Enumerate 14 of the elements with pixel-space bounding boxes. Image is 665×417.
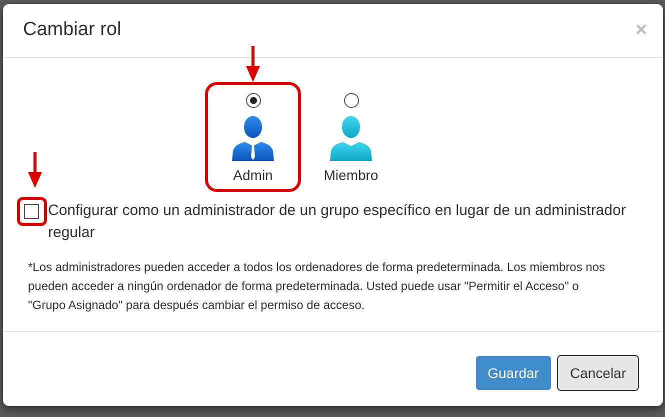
- radio-button[interactable]: [246, 93, 260, 108]
- checkbox-label: Configurar como un administrador de un grupo específico en lugar de un administrador regular: [48, 201, 627, 243]
- close-button[interactable]: ×: [635, 20, 647, 40]
- radio-button[interactable]: [344, 93, 358, 108]
- dialog-title: Cambiar rol: [23, 19, 122, 41]
- person-icon: [229, 113, 277, 161]
- note-text: *Los administradores pueden acceder a todos los ordenadores de forma predeterminada. Los miembros nos pueden acceder a ningún ordenador de forma predeterminada. Usted puede usar "Permitir el Acceso" o "Grupo Asignado" para después cambiar el permiso de acceso.: [28, 259, 606, 314]
- save-button[interactable]: Guardar: [474, 355, 552, 391]
- annotation-arrow: [28, 152, 42, 188]
- cancel-button[interactable]: Cancelar: [556, 355, 639, 391]
- checkbox[interactable]: [24, 204, 39, 219]
- person-icon: [327, 113, 375, 161]
- role-label: Miembro: [324, 167, 378, 183]
- role-label: Admin: [233, 167, 273, 183]
